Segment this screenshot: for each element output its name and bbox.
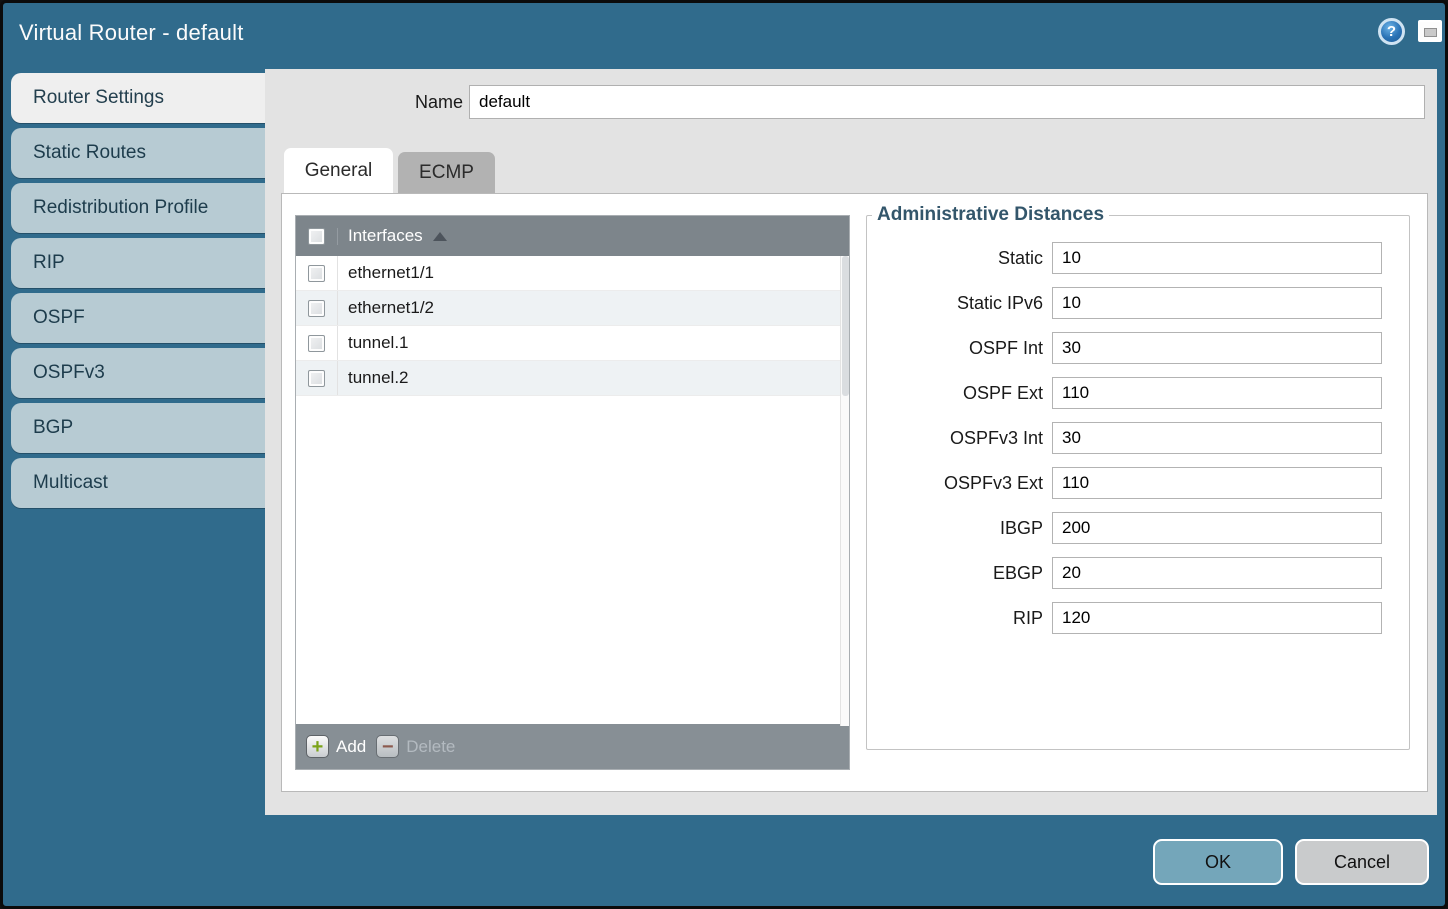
sidebar-item-bgp[interactable]: BGP bbox=[11, 403, 265, 453]
ospf-ext-input[interactable] bbox=[1052, 377, 1382, 409]
row-checkbox[interactable] bbox=[308, 265, 325, 282]
interfaces-table: Interfaces ethernet1/1 ethernet1/2 tunne… bbox=[295, 215, 850, 770]
sort-ascending-icon bbox=[433, 232, 447, 241]
name-label: Name bbox=[395, 92, 463, 113]
sidebar-item-label: Static Routes bbox=[33, 142, 146, 164]
static-ipv6-label: Static IPv6 bbox=[867, 293, 1052, 314]
ospfv3-int-input[interactable] bbox=[1052, 422, 1382, 454]
interface-name: tunnel.1 bbox=[338, 333, 409, 353]
sidebar-item-label: OSPFv3 bbox=[33, 362, 105, 384]
row-checkbox[interactable] bbox=[308, 300, 325, 317]
sidebar-item-label: BGP bbox=[33, 417, 73, 439]
ibgp-label: IBGP bbox=[867, 518, 1052, 539]
ospf-int-label: OSPF Int bbox=[867, 338, 1052, 359]
window-pane-glyph bbox=[1424, 28, 1437, 37]
sidebar-item-ospfv3[interactable]: OSPFv3 bbox=[11, 348, 265, 398]
sidebar-item-ospf[interactable]: OSPF bbox=[11, 293, 265, 343]
tab-general[interactable]: General bbox=[284, 148, 393, 193]
row-checkbox[interactable] bbox=[308, 335, 325, 352]
help-icon[interactable]: ? bbox=[1378, 18, 1405, 45]
delete-button[interactable]: − Delete bbox=[376, 735, 455, 758]
sidebar-item-multicast[interactable]: Multicast bbox=[11, 458, 265, 508]
ospfv3-ext-label: OSPFv3 Ext bbox=[867, 473, 1052, 494]
interfaces-header-label: Interfaces bbox=[338, 226, 423, 246]
general-tab-panel: Interfaces ethernet1/1 ethernet1/2 tunne… bbox=[281, 193, 1428, 792]
static-label: Static bbox=[867, 248, 1052, 269]
cancel-button[interactable]: Cancel bbox=[1295, 839, 1429, 885]
virtual-router-dialog: Virtual Router - default ? Router Settin… bbox=[0, 0, 1448, 909]
sidebar-item-label: Multicast bbox=[33, 472, 108, 494]
interface-name: ethernet1/2 bbox=[338, 298, 434, 318]
sidebar-item-redistribution-profile[interactable]: Redistribution Profile bbox=[11, 183, 265, 233]
plus-icon: + bbox=[306, 735, 329, 758]
dialog-title: Virtual Router - default bbox=[19, 20, 244, 46]
table-row[interactable]: ethernet1/1 bbox=[296, 256, 849, 291]
interface-name: ethernet1/1 bbox=[338, 263, 434, 283]
table-footer-toolbar: + Add − Delete bbox=[296, 724, 849, 769]
content-area: Name General ECMP Interfaces ethernet1/1 bbox=[265, 69, 1437, 815]
rip-label: RIP bbox=[867, 608, 1052, 629]
interfaces-table-body: ethernet1/1 ethernet1/2 tunnel.1 tunnel.… bbox=[296, 256, 849, 724]
administrative-distances-title: Administrative Distances bbox=[872, 204, 1109, 226]
select-all-checkbox[interactable] bbox=[308, 228, 325, 245]
scrollbar-thumb[interactable] bbox=[842, 256, 849, 396]
minus-icon: − bbox=[376, 735, 399, 758]
sidebar-item-router-settings[interactable]: Router Settings bbox=[11, 73, 265, 123]
ospfv3-ext-input[interactable] bbox=[1052, 467, 1382, 499]
sidebar-item-label: RIP bbox=[33, 252, 65, 274]
sidebar-item-label: Router Settings bbox=[33, 87, 164, 109]
window-restore-icon[interactable] bbox=[1418, 20, 1442, 42]
table-scrollbar[interactable] bbox=[840, 256, 849, 726]
static-ipv6-input[interactable] bbox=[1052, 287, 1382, 319]
delete-button-label: Delete bbox=[406, 737, 455, 757]
interface-name: tunnel.2 bbox=[338, 368, 409, 388]
rip-input[interactable] bbox=[1052, 602, 1382, 634]
add-button-label: Add bbox=[336, 737, 366, 757]
row-checkbox[interactable] bbox=[308, 370, 325, 387]
sidebar-item-label: Redistribution Profile bbox=[33, 197, 208, 219]
ibgp-input[interactable] bbox=[1052, 512, 1382, 544]
add-button[interactable]: + Add bbox=[306, 735, 366, 758]
sidebar-item-static-routes[interactable]: Static Routes bbox=[11, 128, 265, 178]
ospf-ext-label: OSPF Ext bbox=[867, 383, 1052, 404]
sidebar-item-rip[interactable]: RIP bbox=[11, 238, 265, 288]
ebgp-label: EBGP bbox=[867, 563, 1052, 584]
ok-button[interactable]: OK bbox=[1153, 839, 1283, 885]
ebgp-input[interactable] bbox=[1052, 557, 1382, 589]
table-row[interactable]: tunnel.1 bbox=[296, 326, 849, 361]
tab-ecmp[interactable]: ECMP bbox=[398, 152, 495, 193]
static-input[interactable] bbox=[1052, 242, 1382, 274]
interfaces-column-header[interactable]: Interfaces bbox=[296, 216, 849, 256]
ospfv3-int-label: OSPFv3 Int bbox=[867, 428, 1052, 449]
table-row[interactable]: tunnel.2 bbox=[296, 361, 849, 396]
tab-label: General bbox=[305, 160, 373, 182]
sidebar-item-label: OSPF bbox=[33, 307, 85, 329]
ospf-int-input[interactable] bbox=[1052, 332, 1382, 364]
administrative-distances-group: Administrative Distances Static Static I… bbox=[866, 204, 1410, 750]
table-row[interactable]: ethernet1/2 bbox=[296, 291, 849, 326]
name-input[interactable] bbox=[469, 85, 1425, 119]
tab-label: ECMP bbox=[419, 162, 474, 184]
